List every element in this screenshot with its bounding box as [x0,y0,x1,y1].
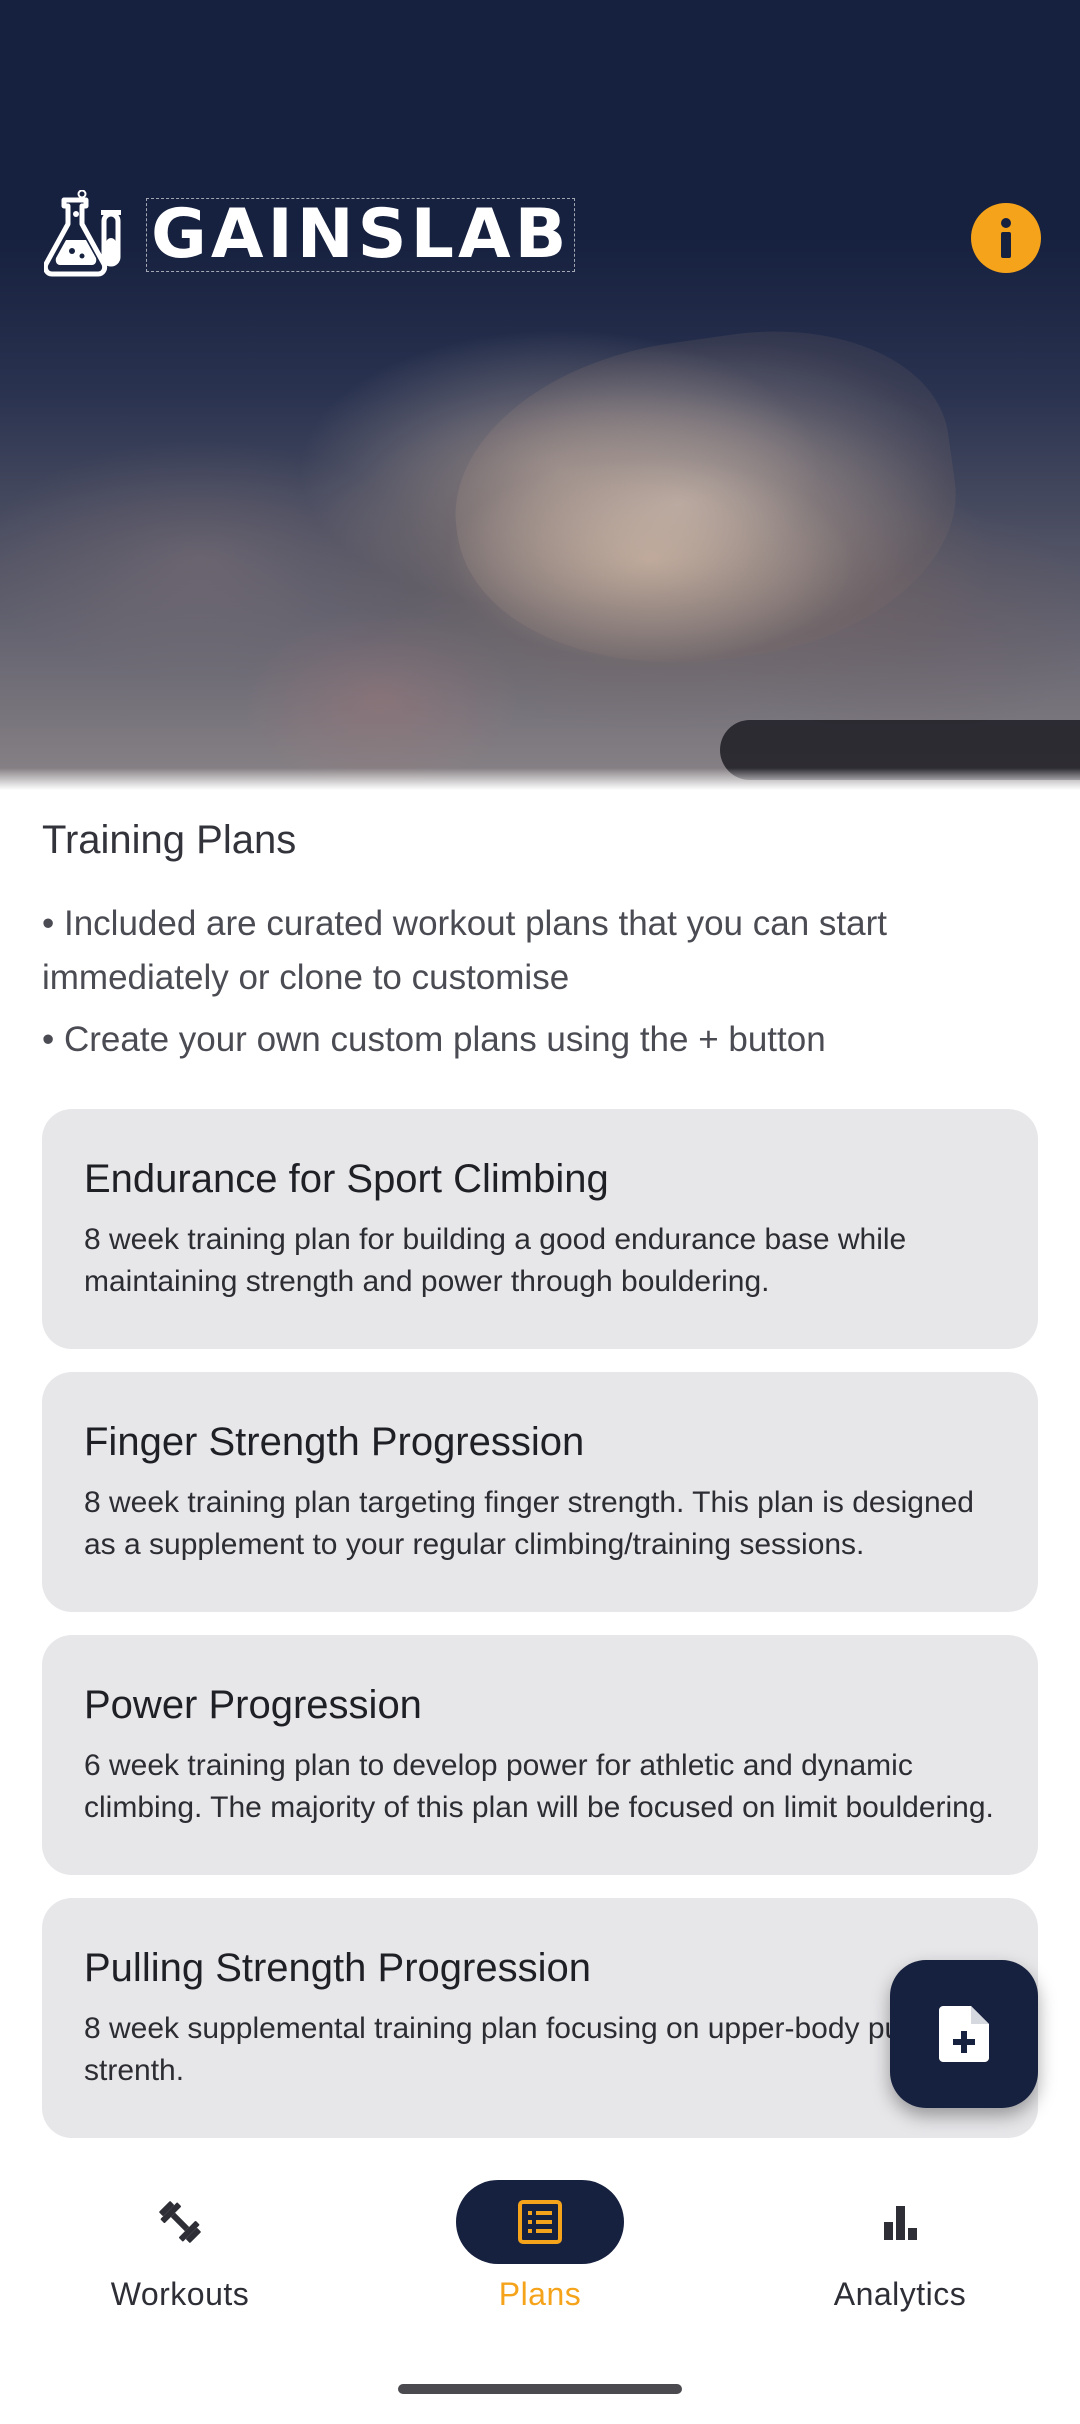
plans-screen: GAINSLAB Training Plans • Included are c… [0,0,1080,2424]
plan-title: Pulling Strength Progression [84,1946,591,1990]
dumbbell-icon [159,2201,201,2243]
nav-label: Workouts [110,2276,250,2312]
bottom-navigation: Workouts Plans Analytics [0,2140,1080,2424]
bar-chart-icon [884,2206,917,2240]
list-icon [518,2200,562,2244]
hero-image [0,0,1080,790]
nav-pill [816,2180,984,2264]
plan-title: Power Progression [84,1683,422,1727]
nav-pill [96,2180,264,2264]
plan-description: 6 week training plan to develop power fo… [84,1749,994,1824]
nav-label: Plans [498,2276,582,2312]
logo-wordmark: GAINSLAB [146,198,576,272]
intro-bullet: • Create your own custom plans using the… [42,1020,826,1059]
plan-card[interactable]: Power Progression 6 week training plan t… [42,1635,1038,1875]
plan-card[interactable]: Finger Strength Progression 8 week train… [42,1372,1038,1612]
nav-pill-active [456,2180,624,2264]
intro-bullet: • Included are curated workout plans tha… [42,904,887,997]
plan-card[interactable]: Endurance for Sport Climbing 8 week trai… [42,1109,1038,1349]
plan-description: 8 week training plan for building a good… [84,1223,907,1298]
chalked-hands-image [435,306,975,694]
nav-label: Analytics [833,2276,967,2312]
home-indicator [398,2384,682,2394]
add-document-icon [939,2006,989,2062]
nav-item-plans[interactable]: Plans [360,2140,720,2340]
plan-card[interactable]: Pulling Strength Progression 8 week supp… [42,1898,1038,2138]
nav-item-workouts[interactable]: Workouts [0,2140,360,2340]
wrist-band-image [720,720,1080,780]
info-button[interactable] [971,203,1041,273]
lab-flask-icon [44,190,121,277]
plan-title: Finger Strength Progression [84,1420,585,1464]
app-logo: GAINSLAB [44,190,576,280]
add-plan-button[interactable] [890,1960,1038,2108]
info-icon [1001,218,1011,258]
section-title: Training Plans [42,818,297,862]
nav-item-analytics[interactable]: Analytics [720,2140,1080,2340]
plan-description: 8 week training plan targeting finger st… [84,1486,974,1561]
plan-description: 8 week supplemental training plan focusi… [84,2012,955,2087]
plan-title: Endurance for Sport Climbing [84,1157,609,1201]
